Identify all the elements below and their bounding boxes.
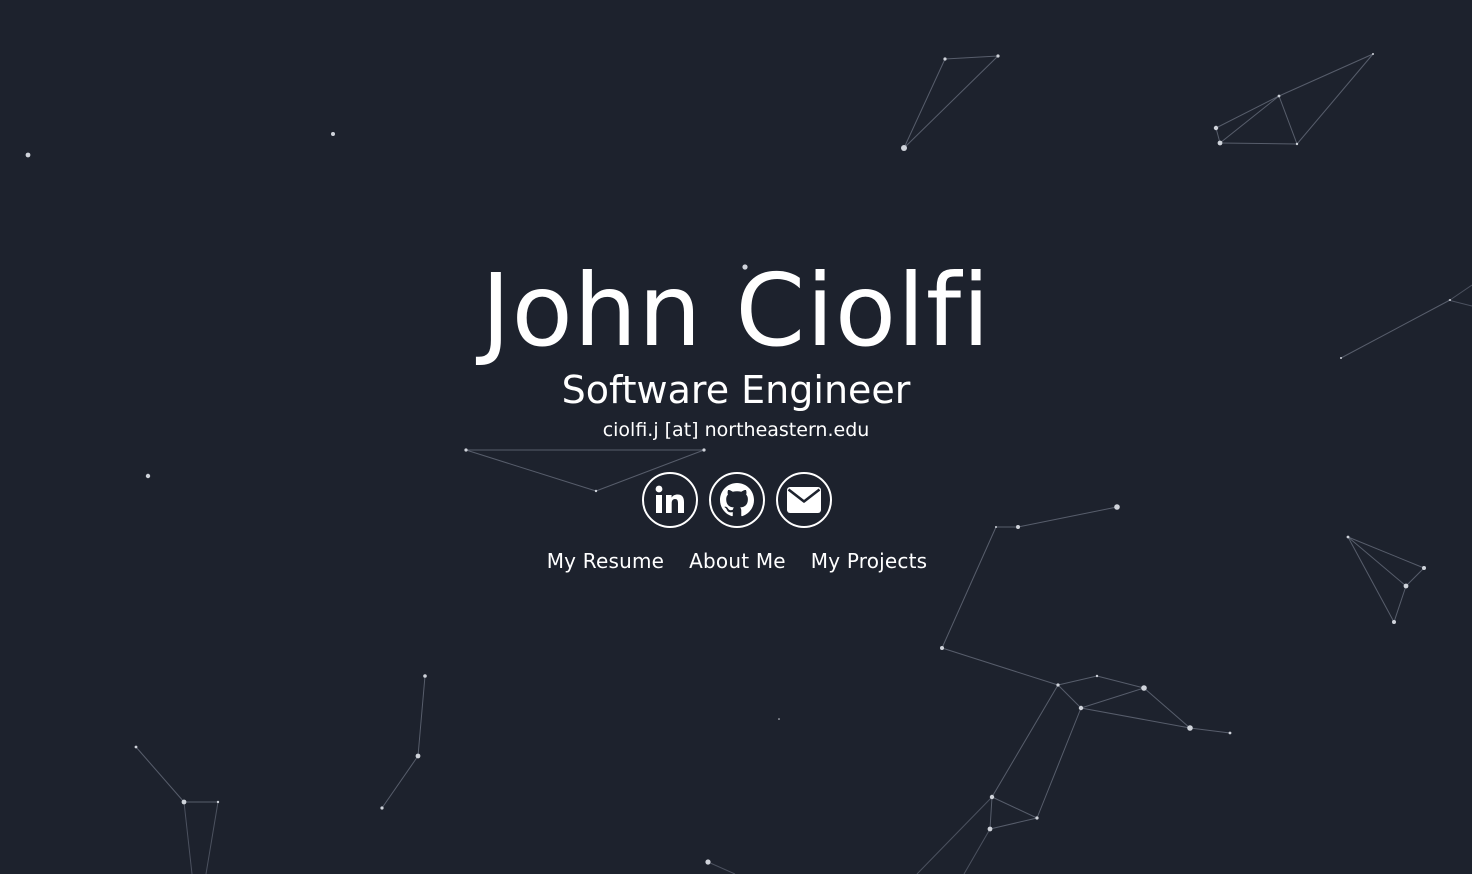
contact-email: ciolfi.j [at] northeastern.edu: [602, 419, 870, 441]
hero-section: John Ciolfi Software Engineer ciolfi.j […: [0, 0, 1472, 874]
linkedin-button[interactable]: [642, 472, 698, 528]
nav-link-about[interactable]: About Me: [689, 548, 786, 574]
github-button[interactable]: [709, 472, 765, 528]
main-navigation: My Resume About Me My Projects: [0, 548, 1472, 574]
page-background: John Ciolfi Software Engineer ciolfi.j […: [0, 0, 1472, 874]
email-icon: [787, 487, 821, 513]
linkedin-icon: [655, 485, 684, 513]
page-title: John Ciolfi: [481, 252, 991, 369]
nav-link-resume[interactable]: My Resume: [547, 548, 664, 574]
social-links: [0, 472, 1472, 532]
job-title: Software Engineer: [561, 368, 911, 412]
github-icon: [720, 483, 754, 517]
nav-link-projects[interactable]: My Projects: [811, 548, 928, 574]
email-button[interactable]: [776, 472, 832, 528]
